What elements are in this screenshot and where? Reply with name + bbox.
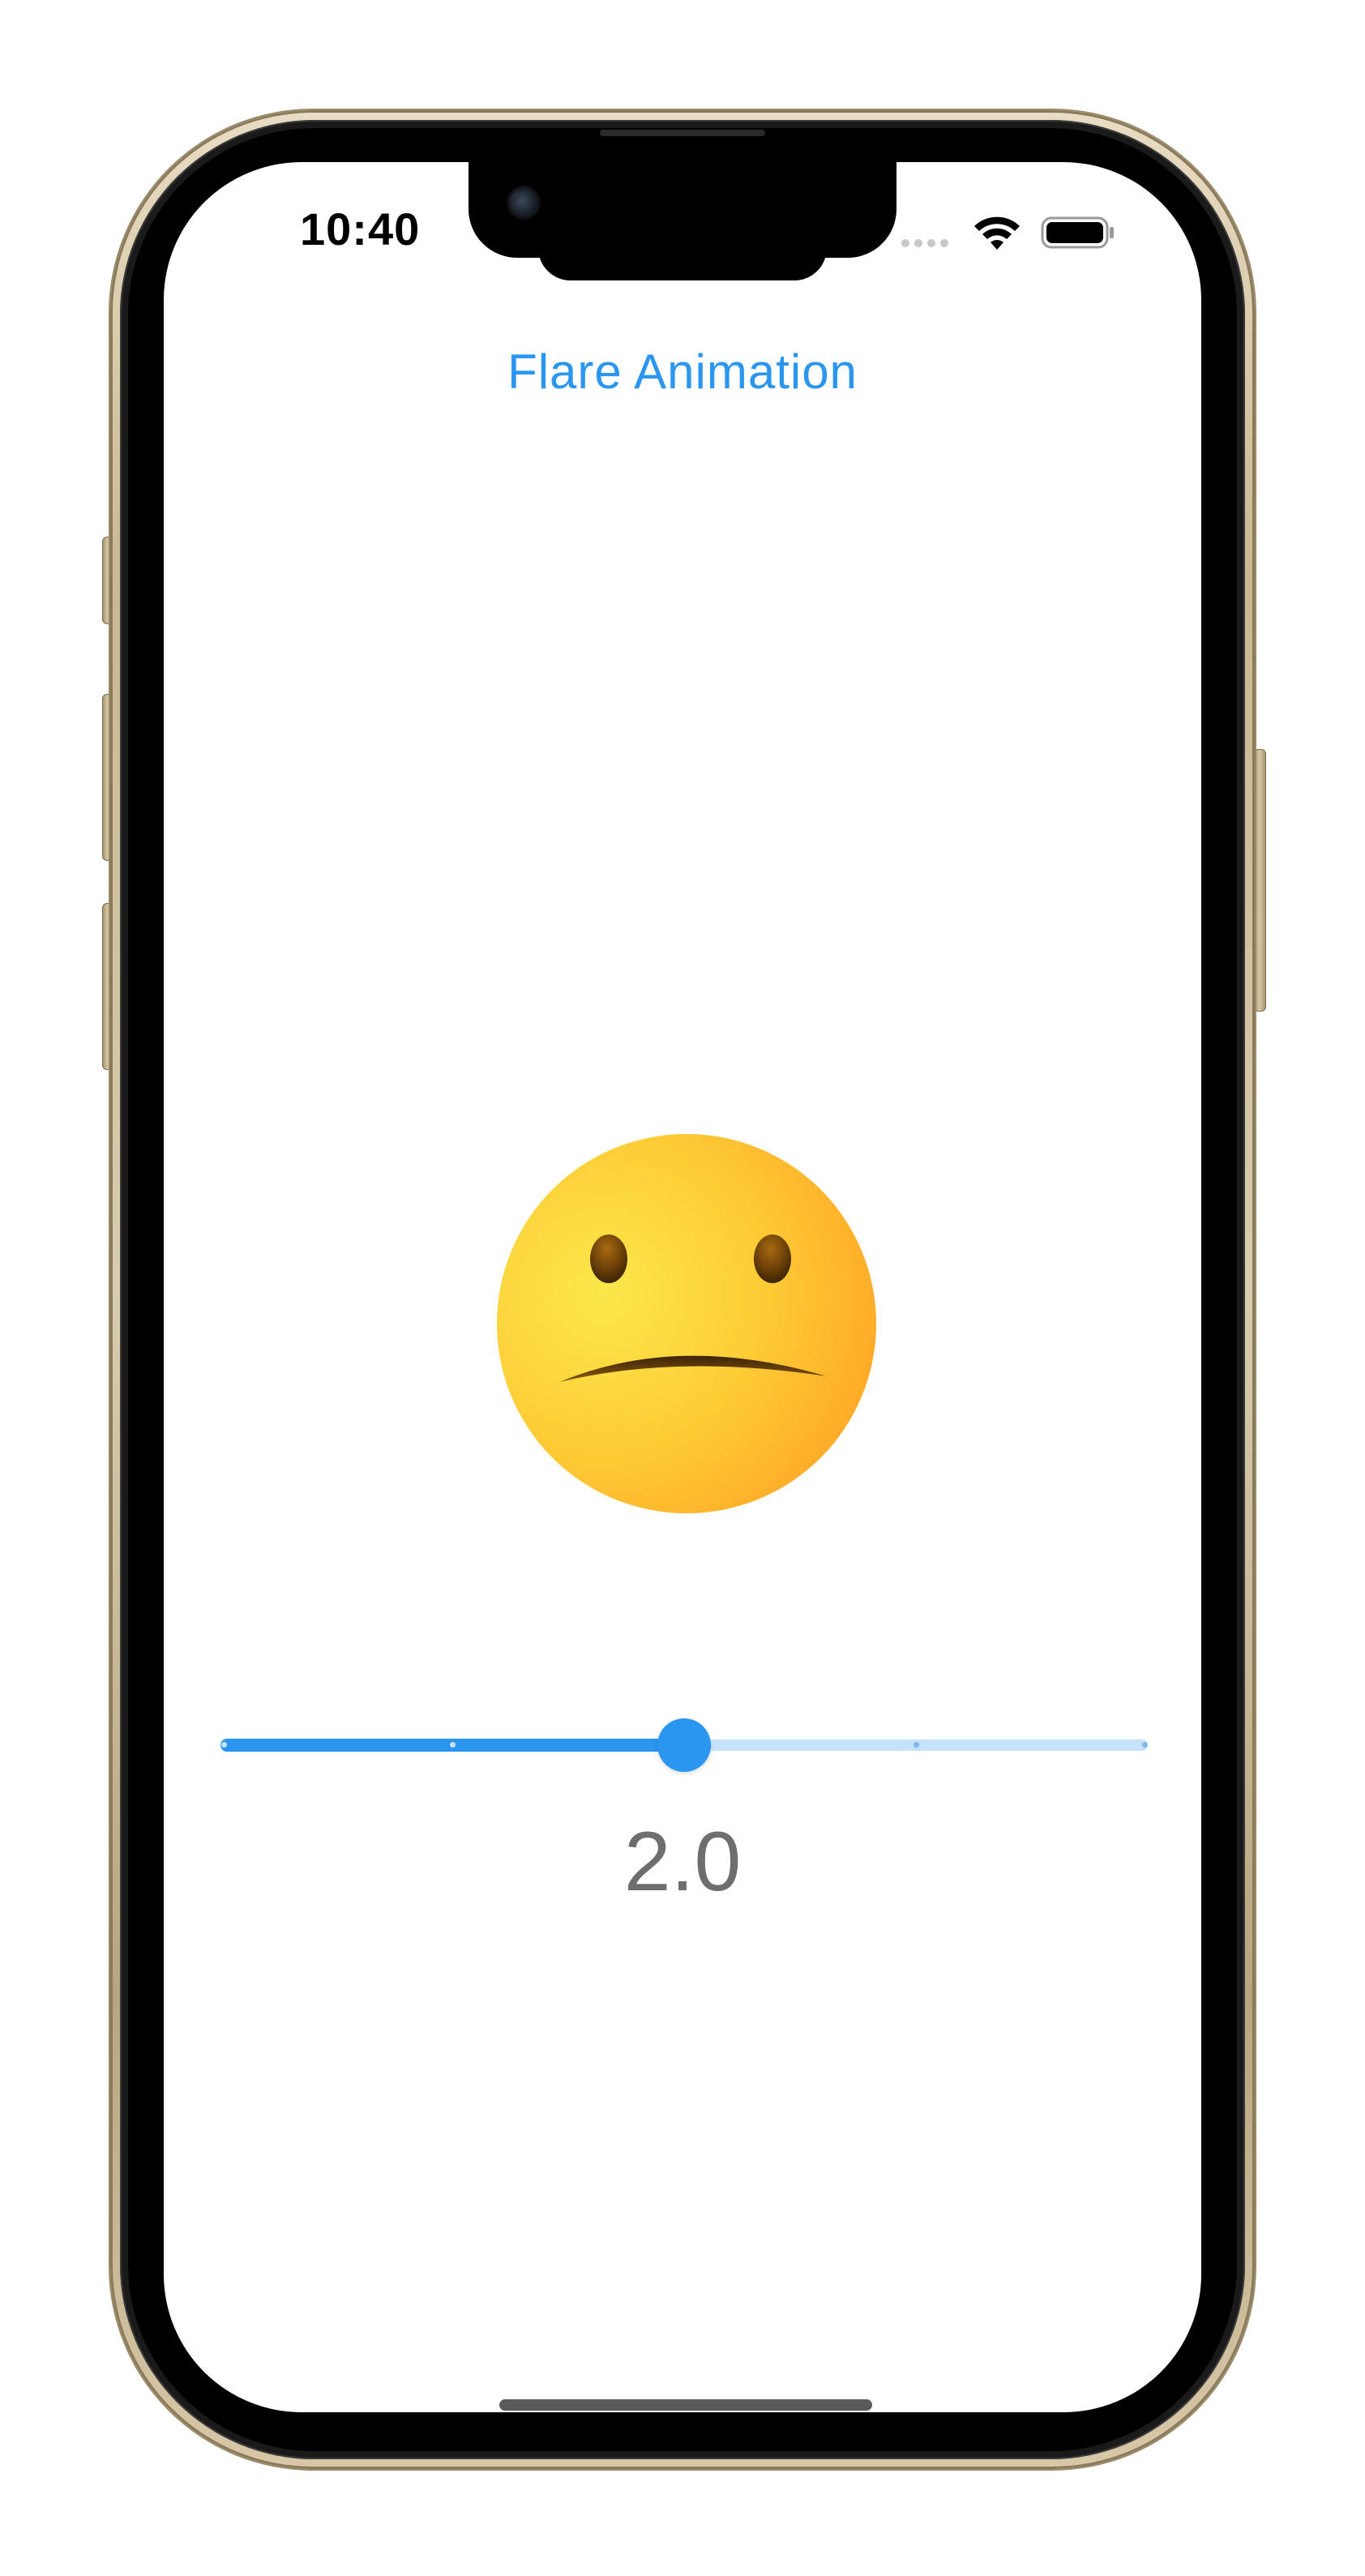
cellular-signal-icon xyxy=(901,239,948,247)
status-time: 10:40 xyxy=(300,203,421,255)
slider-value-label: 2.0 xyxy=(623,1815,742,1909)
slider-thumb[interactable] xyxy=(657,1718,711,1772)
slider-tick xyxy=(1142,1742,1148,1748)
neutral-face-icon xyxy=(497,1134,876,1513)
front-camera-icon xyxy=(509,188,538,217)
page-title: Flare Animation xyxy=(507,344,858,399)
home-indicator[interactable] xyxy=(499,2399,872,2411)
wifi-icon xyxy=(974,216,1020,250)
notch-sensor-housing xyxy=(538,235,827,280)
slider-tick xyxy=(914,1742,919,1748)
slider-tick xyxy=(450,1742,456,1748)
battery-icon xyxy=(1041,216,1114,249)
power-button xyxy=(1253,749,1266,1012)
value-slider[interactable] xyxy=(220,1717,1148,1774)
slider-tick xyxy=(221,1742,227,1748)
device-stage: 10:40 Flare Animation 2.0 xyxy=(0,0,1365,2576)
earpiece-speaker xyxy=(600,130,765,136)
